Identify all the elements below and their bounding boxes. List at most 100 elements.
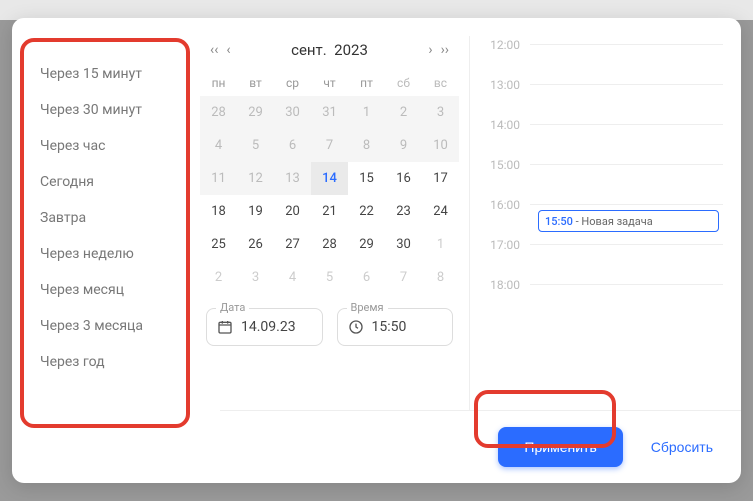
- calendar-day[interactable]: 2: [200, 261, 237, 294]
- preset-item[interactable]: Через год: [40, 344, 190, 380]
- modal-body: Через 15 минутЧерез 30 минутЧерез часСег…: [12, 18, 741, 410]
- calendar-day[interactable]: 15: [348, 162, 385, 195]
- calendar-day[interactable]: 1: [422, 228, 459, 261]
- calendar-day[interactable]: 14: [311, 162, 348, 195]
- preset-item[interactable]: Через 15 минут: [40, 56, 190, 92]
- calendar-day[interactable]: 28: [311, 228, 348, 261]
- preset-item[interactable]: Через неделю: [40, 236, 190, 272]
- timeline-panel: 15:50 - Новая задача 12:00 13:00 14:00 15:0…: [470, 36, 741, 410]
- calendar-day[interactable]: 31: [311, 96, 348, 129]
- clock-icon: [348, 319, 364, 335]
- dow-label: ср: [274, 70, 311, 96]
- calendar-day[interactable]: 8: [348, 129, 385, 162]
- calendar-day[interactable]: 20: [274, 195, 311, 228]
- timeline-row: 14:00: [470, 116, 723, 156]
- dow-label: пт: [348, 70, 385, 96]
- preset-item[interactable]: Через 30 минут: [40, 92, 190, 128]
- prev-month-button[interactable]: ‹: [222, 40, 234, 60]
- timeline-gridline: [530, 284, 723, 285]
- timeline-gridline: [530, 84, 723, 85]
- calendar-day[interactable]: 4: [200, 129, 237, 162]
- calendar-day[interactable]: 11: [200, 162, 237, 195]
- timeline-hour-label: 12:00: [470, 36, 530, 52]
- day-of-week-row: пнвтсрчтптсбвс: [200, 70, 459, 96]
- calendar-day[interactable]: 2: [385, 96, 422, 129]
- timeline-hour-label: 15:00: [470, 156, 530, 172]
- calendar-day[interactable]: 25: [200, 228, 237, 261]
- month-label: сент.: [291, 41, 327, 59]
- timeline-row: 18:00: [470, 276, 723, 316]
- calendar-day[interactable]: 8: [422, 261, 459, 294]
- calendar-title: сент. 2023: [235, 41, 425, 59]
- time-value: 15:50: [372, 319, 407, 335]
- timeline-hour-label: 14:00: [470, 116, 530, 132]
- calendar-day[interactable]: 3: [237, 261, 274, 294]
- timeline-row: 12:00: [470, 36, 723, 76]
- dow-label: вс: [422, 70, 459, 96]
- calendar-day[interactable]: 26: [237, 228, 274, 261]
- calendar-day[interactable]: 10: [422, 129, 459, 162]
- calendar-day[interactable]: 28: [200, 96, 237, 129]
- date-field[interactable]: Дата 14.09.23: [206, 308, 323, 346]
- reset-button[interactable]: Сбросить: [651, 439, 713, 455]
- calendar-day[interactable]: 22: [348, 195, 385, 228]
- calendar-day[interactable]: 16: [385, 162, 422, 195]
- timeline-event[interactable]: 15:50 - Новая задача: [538, 210, 719, 232]
- calendar-day[interactable]: 27: [274, 228, 311, 261]
- dow-label: вт: [237, 70, 274, 96]
- calendar-day[interactable]: 17: [422, 162, 459, 195]
- background-toolbar: [0, 0, 753, 20]
- timeline-hour-label: 18:00: [470, 276, 530, 292]
- calendar-day[interactable]: 30: [274, 96, 311, 129]
- next-month-button[interactable]: ›: [424, 40, 436, 60]
- calendar-day[interactable]: 30: [385, 228, 422, 261]
- date-field-label: Дата: [216, 301, 249, 314]
- calendar-icon: [217, 319, 233, 335]
- calendar-day[interactable]: 21: [311, 195, 348, 228]
- time-field[interactable]: Время 15:50: [337, 308, 454, 346]
- calendar-day[interactable]: 19: [237, 195, 274, 228]
- modal-footer: Применить Сбросить: [220, 410, 741, 483]
- preset-item[interactable]: Через 3 месяца: [40, 308, 190, 344]
- timeline-gridline: [530, 44, 723, 45]
- calendar-day[interactable]: 6: [348, 261, 385, 294]
- apply-button[interactable]: Применить: [498, 427, 622, 467]
- calendar-day[interactable]: 29: [348, 228, 385, 261]
- timeline-gridline: [530, 124, 723, 125]
- calendar-days-grid: 2829303112345678910111213141516171819202…: [200, 96, 459, 294]
- first-month-button[interactable]: ‹‹: [206, 40, 222, 60]
- timeline-hour-label: 13:00: [470, 76, 530, 92]
- preset-item[interactable]: Через месяц: [40, 272, 190, 308]
- calendar-day[interactable]: 29: [237, 96, 274, 129]
- calendar-day[interactable]: 6: [274, 129, 311, 162]
- calendar-day[interactable]: 12: [237, 162, 274, 195]
- preset-item[interactable]: Через час: [40, 128, 190, 164]
- calendar-day[interactable]: 5: [311, 261, 348, 294]
- calendar-day[interactable]: 7: [311, 129, 348, 162]
- last-month-button[interactable]: ››: [437, 40, 453, 60]
- datetime-picker-modal: Через 15 минутЧерез 30 минутЧерез часСег…: [12, 18, 741, 483]
- calendar-day[interactable]: 7: [385, 261, 422, 294]
- calendar-day[interactable]: 9: [385, 129, 422, 162]
- calendar-day[interactable]: 24: [422, 195, 459, 228]
- preset-item[interactable]: Сегодня: [40, 164, 190, 200]
- timeline-gridline: [530, 164, 723, 165]
- calendar-day[interactable]: 23: [385, 195, 422, 228]
- event-title: Новая задача: [581, 215, 652, 228]
- preset-item[interactable]: Завтра: [40, 200, 190, 236]
- calendar-day[interactable]: 13: [274, 162, 311, 195]
- dow-label: чт: [311, 70, 348, 96]
- calendar-day[interactable]: 5: [237, 129, 274, 162]
- calendar-day[interactable]: 4: [274, 261, 311, 294]
- timeline-hour-label: 16:00: [470, 196, 530, 212]
- timeline-gridline: [530, 244, 723, 245]
- calendar-panel: ‹‹ ‹ сент. 2023 › ›› пнвтсрчтптсбвс 2829…: [190, 36, 470, 410]
- calendar-day[interactable]: 3: [422, 96, 459, 129]
- timeline-row: 15:00: [470, 156, 723, 196]
- calendar-header: ‹‹ ‹ сент. 2023 › ››: [200, 36, 459, 70]
- calendar-day[interactable]: 1: [348, 96, 385, 129]
- dow-label: сб: [385, 70, 422, 96]
- timeline-gridline: [530, 204, 723, 205]
- calendar-day[interactable]: 18: [200, 195, 237, 228]
- event-time: 15:50: [545, 215, 573, 228]
